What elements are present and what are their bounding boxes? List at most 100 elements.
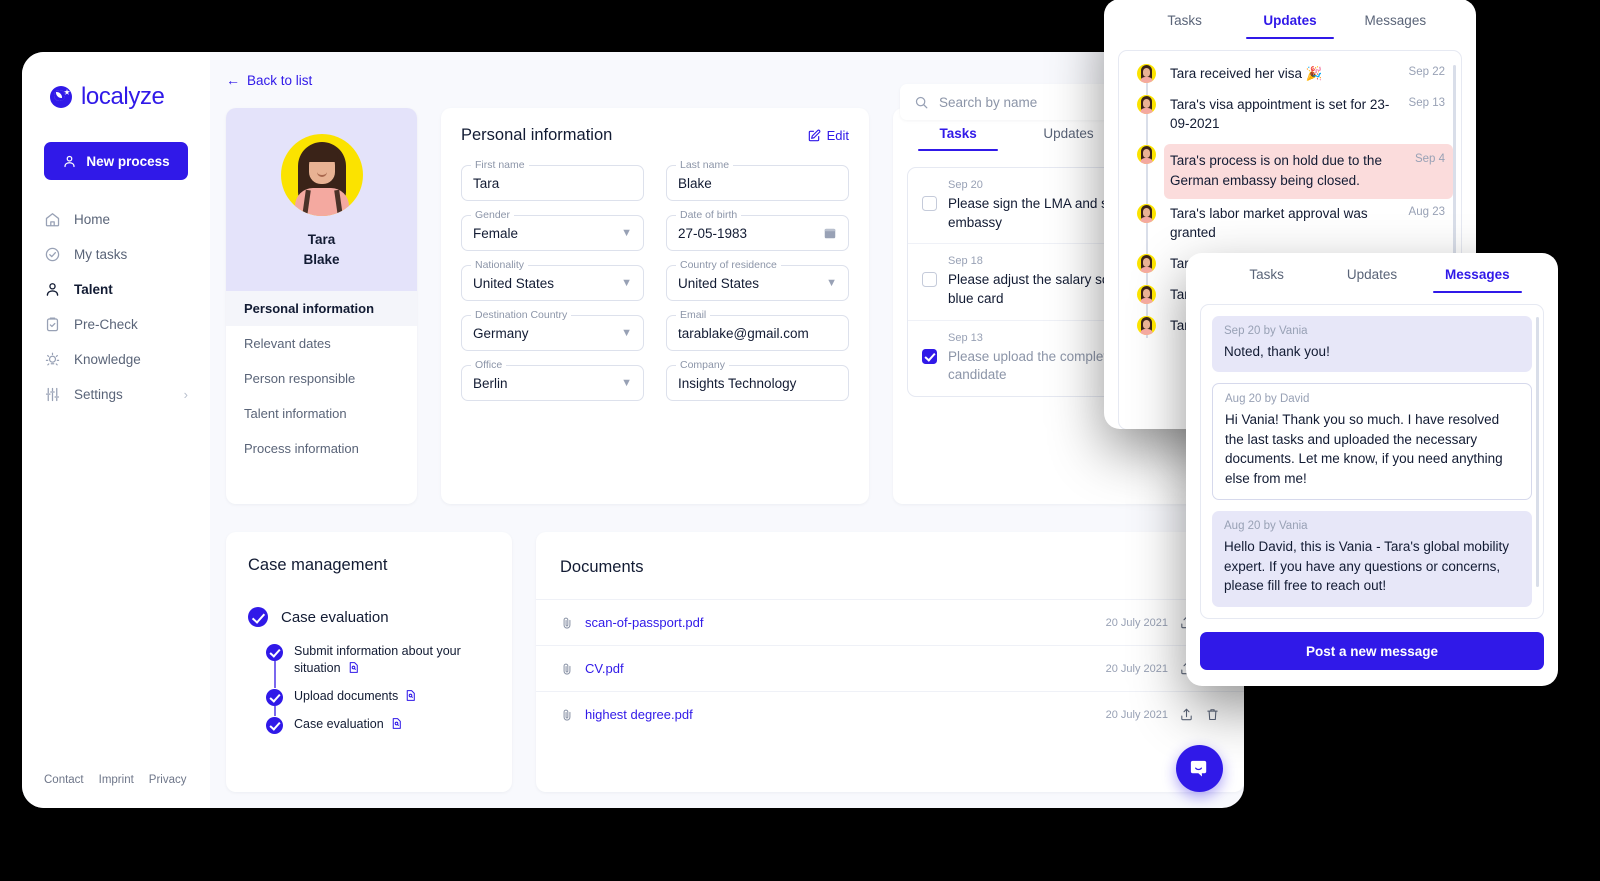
profile-nav-process-information[interactable]: Process information xyxy=(226,431,417,466)
updates-panel-tabs: Tasks Updates Messages xyxy=(1104,0,1476,39)
sidebar-item-pre-check[interactable]: Pre-Check xyxy=(22,307,210,342)
field-destination-country[interactable]: Destination Country Germany ▼ xyxy=(461,309,644,351)
tab-messages[interactable]: Messages xyxy=(1425,253,1530,293)
field-value: Tara xyxy=(473,175,500,191)
new-process-button[interactable]: New process xyxy=(44,142,188,180)
tab-messages[interactable]: Messages xyxy=(1343,0,1448,39)
tab-updates[interactable]: Updates xyxy=(1319,253,1424,293)
case-substep[interactable]: Submit information about your situation xyxy=(266,643,490,688)
field-first-name[interactable]: First name Tara xyxy=(461,159,644,201)
message-item: Aug 20 by Vania Hello David, this is Van… xyxy=(1212,511,1532,607)
profile-nav-personal-information[interactable]: Personal information xyxy=(226,291,417,327)
document-icon[interactable] xyxy=(347,660,360,675)
case-substep[interactable]: Case evaluation xyxy=(266,716,490,734)
chevron-down-icon: ▼ xyxy=(621,277,632,289)
chat-launcher-button[interactable] xyxy=(1176,745,1223,792)
sliders-icon xyxy=(45,387,60,402)
field-last-name[interactable]: Last name Blake xyxy=(666,159,849,201)
paperclip-icon xyxy=(563,709,571,721)
profile-nav-talent-information[interactable]: Talent information xyxy=(226,396,417,431)
update-date: Sep 22 xyxy=(1408,66,1445,78)
sidebar-item-knowledge[interactable]: Knowledge xyxy=(22,342,210,377)
field-label: Nationality xyxy=(471,259,529,271)
document-icon[interactable] xyxy=(390,716,403,731)
field-value: Female xyxy=(473,225,519,241)
personal-information-fields: First name Tara Last name Blake Gender F… xyxy=(461,159,849,401)
profile-nav-person-responsible[interactable]: Person responsible xyxy=(226,361,417,396)
profile-section-nav: Personal information Relevant dates Pers… xyxy=(226,291,417,480)
check-badge-icon xyxy=(266,644,283,661)
field-email[interactable]: Email tarablake@gmail.com xyxy=(666,309,849,351)
document-name[interactable]: highest degree.pdf xyxy=(585,707,693,722)
edit-pencil-icon xyxy=(808,129,821,141)
document-icon[interactable] xyxy=(404,688,417,703)
new-process-label: New process xyxy=(86,153,170,169)
task-checkbox[interactable] xyxy=(922,196,937,211)
trash-icon[interactable] xyxy=(1205,707,1220,722)
field-value: Blake xyxy=(678,175,712,191)
task-checkbox[interactable] xyxy=(922,348,937,364)
check-badge-icon xyxy=(266,716,283,734)
task-checkbox[interactable] xyxy=(922,272,937,288)
paperclip-icon xyxy=(563,663,571,675)
tab-updates[interactable]: Updates xyxy=(1237,0,1342,39)
upload-icon[interactable] xyxy=(1179,707,1194,722)
sidebar-item-label: Knowledge xyxy=(74,352,141,367)
field-nationality[interactable]: Nationality United States ▼ xyxy=(461,259,644,301)
sidebar-item-label: Settings xyxy=(74,387,123,402)
update-alert: Tara's process is on hold due to the Ger… xyxy=(1164,144,1453,199)
field-value: United States xyxy=(473,275,555,291)
post-new-message-button[interactable]: Post a new message xyxy=(1200,632,1544,670)
avatar xyxy=(1137,95,1156,115)
field-value: Germany xyxy=(473,325,529,341)
chat-bubble-icon xyxy=(1190,760,1207,777)
tab-tasks[interactable]: Tasks xyxy=(1132,0,1237,39)
case-substep-label: Upload documents xyxy=(294,688,399,703)
field-label: Date of birth xyxy=(676,209,742,221)
footer-link-privacy[interactable]: Privacy xyxy=(149,774,187,786)
sidebar-item-my-tasks[interactable]: My tasks xyxy=(22,237,210,272)
detail-row-top: Tara Blake Personal information Relevant… xyxy=(210,108,1244,504)
sidebar-item-label: Talent xyxy=(74,282,113,297)
globe-icon xyxy=(50,86,72,108)
sidebar-item-home[interactable]: Home xyxy=(22,202,210,237)
field-label: Office xyxy=(471,359,507,371)
profile-nav-relevant-dates[interactable]: Relevant dates xyxy=(226,326,417,361)
document-name[interactable]: scan-of-passport.pdf xyxy=(585,615,704,630)
edit-button[interactable]: Edit xyxy=(807,128,849,143)
document-name[interactable]: CV.pdf xyxy=(585,661,624,676)
update-item: Tara's visa appointment is set for 23-09… xyxy=(1119,94,1453,155)
field-label: Country of residence xyxy=(676,259,781,271)
sidebar-item-talent[interactable]: Talent xyxy=(22,272,210,307)
field-office[interactable]: Office Berlin ▼ xyxy=(461,359,644,401)
calendar-icon[interactable] xyxy=(823,226,837,240)
home-icon xyxy=(45,213,60,227)
avatar xyxy=(1137,316,1156,336)
chevron-down-icon: ▼ xyxy=(621,377,632,389)
scrollbar[interactable] xyxy=(1536,317,1539,587)
case-substep[interactable]: Upload documents xyxy=(266,688,490,716)
case-substep-label: Case evaluation xyxy=(294,716,384,731)
profile-first-name: Tara xyxy=(307,232,336,247)
tab-tasks[interactable]: Tasks xyxy=(903,108,1013,151)
sidebar-item-settings[interactable]: Settings › xyxy=(22,377,210,412)
back-to-list-button[interactable]: ← Back to list xyxy=(226,73,312,88)
field-company[interactable]: Company Insights Technology xyxy=(666,359,849,401)
field-gender[interactable]: Gender Female ▼ xyxy=(461,209,644,251)
footer-link-contact[interactable]: Contact xyxy=(44,774,84,786)
messages-panel-tabs: Tasks Updates Messages xyxy=(1186,253,1558,293)
case-step-title: Case evaluation xyxy=(281,608,389,626)
field-date-of-birth[interactable]: Date of birth 27-05-1983 xyxy=(666,209,849,251)
sidebar-footer: Contact Imprint Privacy xyxy=(22,774,210,808)
field-country-of-residence[interactable]: Country of residence United States ▼ xyxy=(666,259,849,301)
field-label: First name xyxy=(471,159,529,171)
tab-tasks[interactable]: Tasks xyxy=(1214,253,1319,293)
field-label: Company xyxy=(676,359,729,371)
chevron-down-icon: ▼ xyxy=(826,277,837,289)
document-date: 20 July 2021 xyxy=(1105,662,1168,675)
footer-link-imprint[interactable]: Imprint xyxy=(99,774,134,786)
chevron-down-icon: ▼ xyxy=(621,227,632,239)
personal-information-header: Personal information Edit xyxy=(461,126,849,145)
brand-logo[interactable]: localyze xyxy=(22,74,210,116)
brand-name: localyze xyxy=(81,83,165,110)
